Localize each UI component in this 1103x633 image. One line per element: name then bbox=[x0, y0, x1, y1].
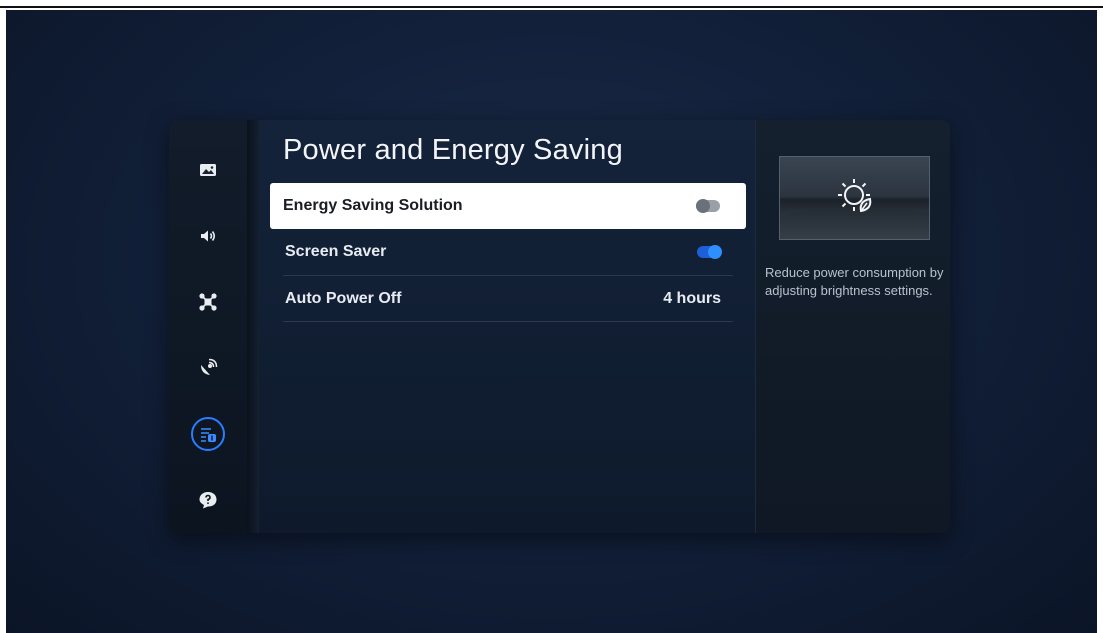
row-divider bbox=[283, 321, 733, 322]
satellite-icon bbox=[201, 358, 218, 375]
sidebar-divider bbox=[247, 120, 259, 533]
info-thumbnail bbox=[779, 156, 930, 240]
screen-saver-toggle[interactable] bbox=[697, 245, 722, 259]
top-border bbox=[0, 0, 1103, 8]
page-title: Power and Energy Saving bbox=[283, 134, 623, 166]
settings-panel: Power and Energy Saving Energy Saving So… bbox=[169, 120, 950, 533]
energy-saving-toggle[interactable] bbox=[696, 199, 720, 213]
general-settings-icon bbox=[201, 428, 216, 442]
auto-power-off-value: 4 hours bbox=[663, 290, 721, 307]
menu-item-label: Auto Power Off bbox=[285, 290, 402, 307]
sidebar-item-connection[interactable] bbox=[191, 285, 225, 319]
tv-screen: Power and Energy Saving Energy Saving So… bbox=[6, 10, 1097, 633]
sidebar-item-sound[interactable] bbox=[191, 219, 225, 253]
support-icon bbox=[199, 492, 217, 509]
settings-sidebar bbox=[169, 120, 247, 533]
speaker-icon bbox=[201, 230, 216, 242]
info-description: Reduce power consumption by adjusting br… bbox=[765, 265, 944, 298]
menu-item-label: Screen Saver bbox=[285, 243, 387, 260]
energy-saving-icon bbox=[838, 179, 872, 213]
sidebar-item-broadcasting[interactable] bbox=[191, 351, 225, 385]
menu-item-label: Energy Saving Solution bbox=[283, 197, 463, 214]
picture-icon bbox=[200, 164, 216, 176]
menu-item-screen-saver[interactable]: Screen Saver bbox=[283, 229, 733, 275]
sidebar-item-general[interactable] bbox=[191, 417, 225, 451]
connection-icon bbox=[199, 293, 217, 311]
info-panel: Reduce power consumption by adjusting br… bbox=[755, 120, 950, 533]
menu-item-energy-saving-solution[interactable]: Energy Saving Solution bbox=[270, 183, 746, 229]
settings-main: Power and Energy Saving Energy Saving So… bbox=[259, 120, 755, 533]
sidebar-item-picture[interactable] bbox=[191, 153, 225, 187]
sidebar-item-support[interactable] bbox=[191, 483, 225, 517]
menu-item-auto-power-off[interactable]: Auto Power Off 4 hours bbox=[283, 276, 733, 322]
